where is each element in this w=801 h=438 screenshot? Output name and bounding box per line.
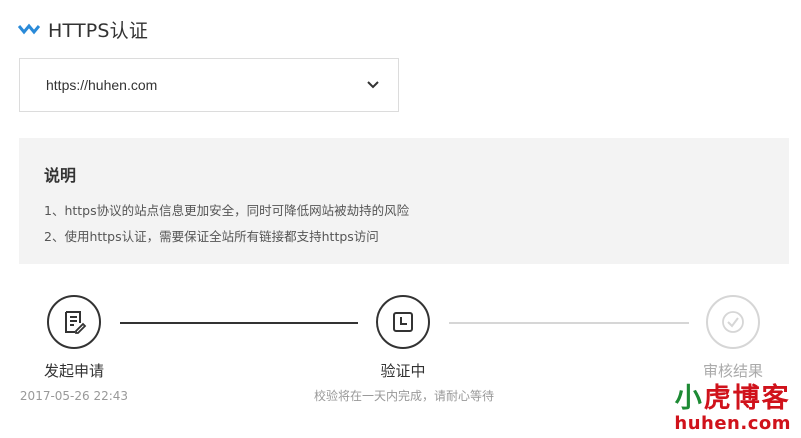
chevron-down-icon (367, 81, 379, 89)
step-3-circle (706, 295, 760, 349)
step-2-label: 验证中 (380, 362, 426, 380)
notes-line-2: 2、使用https认证，需要保证全站所有链接都支持https访问 (44, 229, 379, 244)
step-2-circle (376, 295, 430, 349)
step-1-circle (47, 295, 101, 349)
step-1-label: 发起申请 (43, 362, 104, 380)
page-title: HTTPS认证 (48, 19, 149, 42)
step-2-note: 校验将在一天内完成，请耐心等待 (313, 389, 494, 403)
checkmark-icon (722, 311, 744, 333)
watermark-cn-part1: 小 (674, 383, 704, 414)
watermark-cn: 小虎博客 (674, 384, 791, 414)
site-watermark: 小虎博客 huhen.com (674, 384, 791, 434)
step-1-date: 2017-05-26 22:43 (19, 389, 129, 403)
chevron-check-icon (18, 23, 40, 35)
notes-line-1: 1、https协议的站点信息更加安全，同时可降低网站被劫持的风险 (44, 203, 410, 218)
notes-panel: 说明 1、https协议的站点信息更加安全，同时可降低网站被劫持的风险 2、使用… (19, 138, 789, 264)
document-icon (65, 311, 87, 334)
watermark-en: huhen.com (674, 413, 791, 434)
step-connector-2 (449, 322, 689, 324)
watermark-cn-part2: 虎博客 (703, 383, 791, 414)
clock-icon (393, 312, 413, 332)
notes-title: 说明 (44, 166, 77, 185)
domain-select-value: https://huhen.com (46, 77, 158, 93)
page-header: HTTPS认证 (18, 14, 148, 44)
step-connector-1 (120, 322, 358, 324)
domain-select[interactable]: https://huhen.com (19, 58, 399, 112)
step-3-label: 审核结果 (702, 362, 763, 380)
